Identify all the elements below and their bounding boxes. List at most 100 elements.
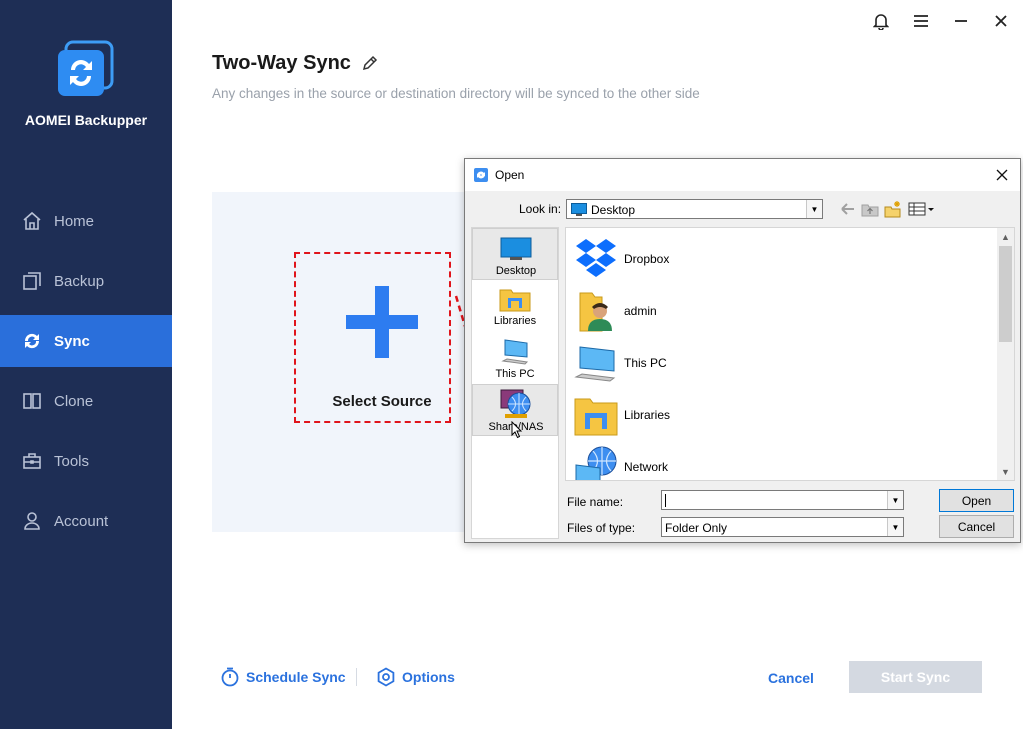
schedule-sync-button[interactable]: Schedule Sync: [220, 666, 346, 688]
backup-icon: [23, 272, 41, 290]
options-label: Options: [402, 669, 455, 685]
list-item[interactable]: Libraries: [572, 390, 992, 440]
file-label: This PC: [624, 356, 667, 370]
menu-button[interactable]: [910, 10, 932, 32]
minimize-icon: [955, 20, 967, 22]
mouse-cursor-icon: [511, 421, 523, 439]
place-share-nas[interactable]: Share/NAS: [472, 384, 558, 439]
dialog-close-icon[interactable]: [992, 165, 1012, 185]
open-dialog: Open Look in: Desktop ▼ Desktop Librarie…: [464, 158, 1021, 543]
this-pc-icon: [501, 339, 529, 365]
account-icon: [24, 512, 40, 530]
place-label: This PC: [495, 368, 535, 380]
sidebar-item-tools[interactable]: Tools: [0, 435, 172, 487]
look-in-dropdown[interactable]: Desktop ▼: [566, 199, 823, 219]
list-item[interactable]: admin: [572, 286, 992, 336]
computer-icon: [574, 346, 616, 382]
home-icon: [23, 211, 41, 230]
close-icon: [995, 15, 1007, 27]
file-label: Dropbox: [624, 252, 670, 266]
file-label: admin: [624, 304, 657, 318]
user-folder-icon: [579, 292, 612, 332]
sidebar-item-home[interactable]: Home: [0, 195, 172, 247]
sidebar-item-sync[interactable]: Sync: [0, 315, 172, 367]
select-source-label: Select Source: [332, 393, 432, 410]
dialog-title: Open: [495, 168, 525, 182]
file-label: Libraries: [624, 408, 671, 422]
sidebar-item-label: Home: [54, 212, 95, 230]
schedule-sync-label: Schedule Sync: [246, 669, 346, 685]
list-item[interactable]: This PC: [572, 338, 992, 388]
sidebar-item-backup[interactable]: Backup: [0, 255, 172, 307]
up-folder-icon[interactable]: [861, 200, 879, 218]
chevron-down-icon[interactable]: ▼: [887, 491, 903, 509]
look-in-value: Desktop: [591, 203, 636, 217]
dropbox-icon: [576, 239, 616, 277]
scroll-up-icon[interactable]: ▲: [997, 228, 1014, 245]
sidebar-item-label: Account: [54, 512, 109, 530]
notification-button[interactable]: [870, 10, 892, 32]
sidebar-item-label: Sync: [54, 332, 90, 350]
file-label: Network: [624, 460, 669, 474]
file-type-label: Files of type:: [567, 521, 636, 535]
scroll-thumb[interactable]: [999, 246, 1012, 342]
share-nas-icon: [500, 389, 531, 418]
page-subtitle: Any changes in the source or destination…: [212, 86, 700, 101]
new-folder-icon[interactable]: [884, 200, 902, 218]
close-button[interactable]: [990, 10, 1012, 32]
page-title: Two-Way Sync: [212, 52, 351, 74]
libraries-icon: [499, 289, 531, 312]
brand-name: AOMEI Backupper: [24, 112, 148, 128]
scroll-down-icon[interactable]: ▼: [997, 463, 1014, 480]
file-type-dropdown[interactable]: Folder Only ▼: [661, 517, 904, 537]
place-this-pc[interactable]: This PC: [472, 332, 558, 384]
sidebar-item-clone[interactable]: Clone: [0, 375, 172, 427]
bell-icon: [873, 14, 889, 30]
tools-icon: [23, 453, 41, 469]
sync-icon: [24, 333, 40, 349]
options-button[interactable]: Options: [376, 666, 455, 688]
timer-icon: [221, 667, 239, 687]
dialog-titlebar: Open: [465, 159, 1020, 191]
file-name-input[interactable]: ▼: [661, 490, 904, 510]
sidebar: AOMEI Backupper Home Backup Sync Clone T…: [0, 0, 172, 729]
plus-icon: [346, 286, 418, 358]
chevron-down-icon: ▼: [806, 200, 822, 218]
footer-divider: [356, 668, 357, 686]
open-button[interactable]: Open: [939, 489, 1014, 512]
chevron-down-icon: ▼: [887, 518, 903, 536]
file-name-label: File name:: [567, 495, 624, 509]
file-list[interactable]: Dropbox admin This PC Libraries Network …: [565, 227, 1015, 481]
desktop-small-icon: [571, 203, 587, 216]
look-in-label: Look in:: [519, 202, 562, 216]
start-sync-button[interactable]: Start Sync: [849, 661, 982, 693]
sidebar-item-label: Tools: [54, 452, 90, 470]
place-label: Libraries: [493, 315, 537, 327]
back-arrow-icon[interactable]: [839, 200, 857, 218]
dialog-cancel-button[interactable]: Cancel: [939, 515, 1014, 538]
cancel-button[interactable]: Cancel: [768, 670, 814, 686]
list-item[interactable]: Network: [572, 442, 992, 480]
list-item[interactable]: Dropbox: [572, 234, 992, 284]
options-gear-icon: [377, 667, 395, 687]
places-bar: Desktop Libraries This PC Share/NAS: [471, 227, 559, 539]
view-menu-icon[interactable]: [908, 200, 938, 218]
hamburger-menu-icon: [914, 15, 928, 27]
place-label: Desktop: [495, 265, 537, 277]
libraries-folder-icon: [574, 398, 618, 436]
desktop-icon: [500, 237, 532, 260]
place-desktop[interactable]: Desktop: [472, 228, 558, 280]
sidebar-item-account[interactable]: Account: [0, 495, 172, 547]
file-type-value: Folder Only: [665, 521, 728, 535]
aomei-logo-icon: [58, 40, 114, 96]
clone-icon: [23, 393, 41, 409]
sidebar-item-label: Clone: [54, 392, 94, 410]
sidebar-item-label: Backup: [54, 272, 105, 290]
minimize-button[interactable]: [950, 10, 972, 32]
place-libraries[interactable]: Libraries: [472, 280, 558, 332]
text-caret: [665, 494, 666, 507]
aomei-app-icon: [474, 168, 488, 182]
edit-pencil-icon[interactable]: [361, 54, 379, 72]
scrollbar[interactable]: ▲ ▼: [997, 228, 1014, 480]
network-icon: [575, 446, 617, 480]
